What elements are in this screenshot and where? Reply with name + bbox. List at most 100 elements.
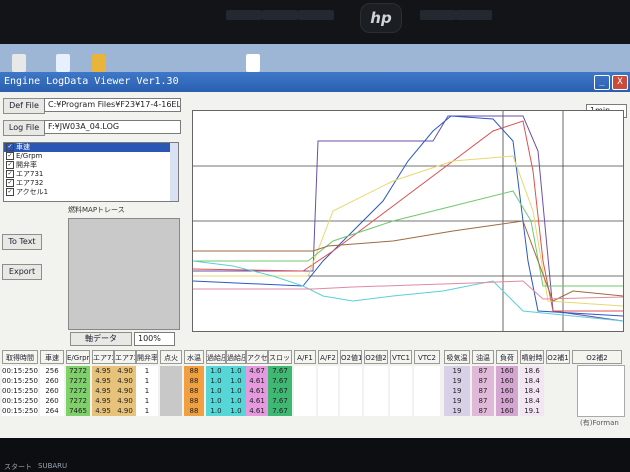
table-cell: 00:15:2507: [2, 396, 38, 406]
table-cell: [294, 376, 316, 386]
desktop-file-icon[interactable]: [246, 54, 260, 72]
table-cell: [340, 376, 362, 386]
column-header[interactable]: E/Grpm: [66, 350, 90, 364]
channel-list-scrollbar[interactable]: [170, 143, 178, 201]
column-header[interactable]: 油温: [472, 350, 494, 364]
fuel-map-preview: [68, 218, 180, 330]
table-cell: [390, 406, 412, 416]
table-cell: 00:15:2507: [2, 386, 38, 396]
table-cell: [294, 406, 316, 416]
table-cell: [364, 386, 388, 396]
table-cell: 260: [40, 386, 64, 396]
channel-checkbox[interactable]: ✓: [6, 179, 14, 187]
column-header[interactable]: VTC1: [390, 350, 412, 364]
channel-item[interactable]: ✓ 車速: [4, 143, 178, 152]
column-header[interactable]: 取得時間: [2, 350, 38, 364]
column-header[interactable]: A/F2: [318, 350, 338, 364]
channel-item[interactable]: ✓ E/Grpm: [4, 152, 178, 161]
table-cell: [414, 376, 440, 386]
column-header[interactable]: O2値2: [364, 350, 388, 364]
channel-checkbox[interactable]: ✓: [6, 170, 14, 178]
channel-checkbox[interactable]: ✓: [6, 161, 14, 169]
taskbar-item[interactable]: SUBARU: [38, 462, 67, 470]
column-header[interactable]: 過給圧: [226, 350, 246, 364]
table-cell: [318, 406, 338, 416]
table-cell: 160: [496, 376, 518, 386]
table-cell: 160: [496, 396, 518, 406]
title-bar: Engine LogData Viewer Ver1.30 _ X: [0, 72, 630, 92]
log-file-button[interactable]: Log File: [3, 120, 45, 136]
map-trace-label: 燃料MAPトレース: [68, 206, 125, 214]
log-chart-plot: [192, 111, 624, 331]
column-header[interactable]: O2補1: [546, 350, 570, 364]
close-button[interactable]: X: [612, 75, 628, 90]
table-cell: 19: [444, 386, 470, 396]
def-file-button[interactable]: Def File: [3, 98, 45, 114]
bezel-strip: [456, 10, 492, 20]
log-file-field[interactable]: F:¥JW03A_04.LOG: [44, 120, 181, 134]
export-button[interactable]: Export: [2, 264, 42, 280]
column-header[interactable]: A/F1: [294, 350, 316, 364]
data-table: 取得時間車速E/Grpmエア731エア732開弁率点火水温過給圧過給圧アクセルス…: [0, 350, 630, 438]
column-header[interactable]: 点火: [160, 350, 182, 364]
bezel-strip: [420, 10, 456, 20]
table-cell: [160, 396, 182, 406]
table-cell: 1.0: [206, 386, 226, 396]
axis-data-button[interactable]: 軸データ: [70, 332, 132, 346]
table-cell: 19: [444, 406, 470, 416]
table-cell: 4.90: [114, 406, 136, 416]
column-header[interactable]: 水温: [184, 350, 204, 364]
taskbar: スタート SUBARU: [0, 440, 630, 472]
minimize-button[interactable]: _: [594, 75, 610, 90]
column-header[interactable]: 噴射時: [520, 350, 544, 364]
to-text-button[interactable]: To Text: [2, 234, 42, 250]
column-header[interactable]: 開弁率: [136, 350, 158, 364]
table-cell: 1.0: [226, 376, 246, 386]
table-cell: 19: [444, 376, 470, 386]
table-cell: [318, 386, 338, 396]
table-cell: 88: [184, 366, 204, 376]
table-cell: 1.0: [206, 406, 226, 416]
log-chart[interactable]: [192, 110, 624, 332]
column-header[interactable]: 負荷: [496, 350, 518, 364]
channel-list[interactable]: ✓ 車速 ✓ E/Grpm ✓ 開弁率 ✓ エア731 ✓ エア732 ✓ アクセル1: [3, 142, 179, 202]
trace-purple: [193, 115, 624, 322]
footer-note: (有)Forman: [580, 419, 619, 427]
bezel-strip: [298, 10, 334, 20]
channel-item[interactable]: ✓ エア732: [4, 179, 178, 188]
column-header[interactable]: アクセル: [246, 350, 268, 364]
table-cell: 19: [444, 396, 470, 406]
table-cell: [414, 396, 440, 406]
table-cell: 18.4: [520, 376, 544, 386]
desktop-file-icon[interactable]: [12, 54, 26, 72]
column-header[interactable]: 過給圧: [206, 350, 226, 364]
desktop-file-icon[interactable]: [56, 54, 70, 72]
table-cell: 1.0: [226, 366, 246, 376]
column-header[interactable]: O2補2: [572, 350, 622, 364]
table-cell: 7272: [66, 376, 90, 386]
column-header[interactable]: スロットル: [268, 350, 292, 364]
table-cell: [364, 376, 388, 386]
folder-icon[interactable]: [92, 54, 106, 72]
column-header[interactable]: 車速: [40, 350, 64, 364]
channel-item[interactable]: ✓ 開弁率: [4, 161, 178, 170]
table-cell: 264: [40, 406, 64, 416]
taskbar-item[interactable]: スタート: [4, 462, 32, 472]
table-cell: 7272: [66, 386, 90, 396]
column-header[interactable]: エア731: [92, 350, 114, 364]
channel-checkbox[interactable]: ✓: [6, 143, 14, 151]
channel-checkbox[interactable]: ✓: [6, 188, 14, 196]
table-blank-panel: [577, 365, 625, 417]
def-file-field[interactable]: C:¥Program Files¥F23¥17-4-16ELV¥_ELV: [44, 98, 181, 112]
zoom-select[interactable]: 100%: [134, 332, 175, 346]
channel-item[interactable]: ✓ エア731: [4, 170, 178, 179]
column-header[interactable]: VTC2: [414, 350, 440, 364]
channel-label: エア732: [16, 179, 44, 187]
column-header[interactable]: エア732: [114, 350, 136, 364]
channel-checkbox[interactable]: ✓: [6, 152, 14, 160]
table-cell: 19: [444, 366, 470, 376]
bezel-strip: [226, 10, 262, 20]
column-header[interactable]: 吸気温: [444, 350, 470, 364]
channel-item[interactable]: ✓ アクセル1: [4, 188, 178, 197]
column-header[interactable]: O2値1: [340, 350, 362, 364]
